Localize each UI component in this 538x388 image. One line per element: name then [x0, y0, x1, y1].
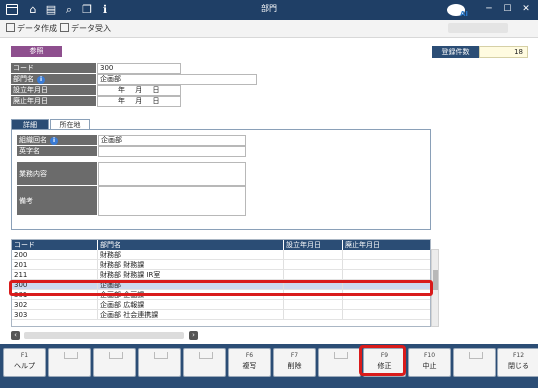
established-date-field[interactable]: 年 月 日	[97, 85, 181, 96]
cell-code: 302	[12, 300, 98, 309]
scrollbar-thumb[interactable]	[433, 270, 438, 290]
table-row[interactable]: 200 財務部	[12, 250, 430, 260]
f9-highlight	[359, 345, 406, 376]
cell-name: 財務部	[98, 250, 284, 259]
function-key-bar: F1 ヘルプ F6 複写 F7 削除 F9 修正 F10 中止 F12 閉じる	[0, 344, 538, 388]
cell-name: 企画部 社会連携課	[98, 310, 284, 319]
info-icon[interactable]: i	[50, 137, 58, 145]
abolished-label: 廃止年月日	[11, 96, 96, 107]
import-data-button[interactable]: データ受入	[60, 22, 111, 36]
cell-established	[284, 310, 343, 319]
next-page-icon[interactable]: ›	[189, 331, 198, 340]
dept-name-label: 部門名 i	[11, 74, 96, 85]
fkey-empty-button[interactable]	[93, 348, 136, 377]
svg-text:AI: AI	[460, 10, 468, 18]
cell-abolished	[343, 250, 430, 259]
fkey-f1-button[interactable]: F1 ヘルプ	[3, 348, 46, 377]
detail-panel: 組織回名 i 企画部 英字名 業務内容 備考	[11, 129, 431, 230]
business-field[interactable]	[98, 162, 246, 186]
fkey-empty-button[interactable]	[453, 348, 496, 377]
record-count-value: 18	[479, 46, 528, 58]
fkey-label: 中止	[422, 362, 437, 370]
fkey-label: ヘルプ	[14, 362, 35, 370]
title-bar: ⌂ ▤ ⌕ ❐ ℹ 部門 AI ─ ☐ ✕	[0, 0, 538, 20]
column-header-code[interactable]: コード	[12, 240, 98, 250]
record-count-label: 登録件数	[432, 46, 479, 58]
fkey-key: F10	[423, 352, 436, 359]
cell-name: 財務部 財務課 IR室	[98, 270, 284, 279]
fkey-key: F1	[20, 352, 29, 359]
org-name-field[interactable]: 企画部	[98, 135, 246, 146]
cell-abolished	[343, 260, 430, 269]
column-header-established[interactable]: 設立年月日	[284, 240, 343, 250]
cell-abolished	[343, 270, 430, 279]
cell-name: 企画部 広報課	[98, 300, 284, 309]
fkey-empty-button[interactable]	[48, 348, 91, 377]
english-name-field[interactable]	[98, 146, 246, 157]
fkey-empty-button[interactable]	[318, 348, 361, 377]
minimize-icon[interactable]: ─	[481, 3, 497, 16]
pager-info	[24, 332, 184, 339]
code-field[interactable]: 300	[97, 63, 181, 74]
cell-name: 財務部 財務課	[98, 260, 284, 269]
table-row[interactable]: 211 財務部 財務課 IR室	[12, 270, 430, 280]
fkey-key: F6	[245, 352, 254, 359]
fkey-f7-button[interactable]: F7 削除	[273, 348, 316, 377]
cell-established	[284, 270, 343, 279]
prev-page-icon[interactable]: ‹	[11, 331, 20, 340]
remarks-field[interactable]	[98, 186, 246, 216]
fkey-key: F12	[512, 352, 525, 359]
table-row[interactable]: 302 企画部 広報課	[12, 300, 430, 310]
list-header: コード 部門名 設立年月日 廃止年月日	[12, 240, 430, 250]
table-row[interactable]: 201 財務部 財務課	[12, 260, 430, 270]
column-header-abolished[interactable]: 廃止年月日	[343, 240, 430, 250]
cell-established	[284, 260, 343, 269]
column-header-name[interactable]: 部門名	[98, 240, 284, 250]
cell-code: 201	[12, 260, 98, 269]
code-label: コード	[11, 63, 96, 74]
fkey-label: 閉じる	[508, 362, 529, 370]
fkey-label: 削除	[287, 362, 302, 370]
abolished-date-field[interactable]: 年 月 日	[97, 96, 181, 107]
toolbar: データ作成 データ受入	[0, 20, 538, 38]
cell-abolished	[343, 300, 430, 309]
maximize-icon[interactable]: ☐	[499, 3, 515, 16]
cell-code: 303	[12, 310, 98, 319]
fkey-f6-button[interactable]: F6 複写	[228, 348, 271, 377]
cell-established	[284, 250, 343, 259]
english-name-label: 英字名	[17, 146, 97, 157]
dept-name-field[interactable]: 企画部	[97, 74, 257, 85]
fkey-label: 複写	[242, 362, 257, 370]
fkey-f10-button[interactable]: F10 中止	[408, 348, 451, 377]
remarks-label: 備考	[17, 186, 97, 216]
fkey-f12-button[interactable]: F12 閉じる	[497, 348, 538, 377]
org-name-label: 組織回名 i	[17, 135, 97, 146]
import-data-icon	[60, 23, 69, 32]
cell-established	[284, 300, 343, 309]
cell-code: 211	[12, 270, 98, 279]
cell-code: 200	[12, 250, 98, 259]
create-data-button[interactable]: データ作成	[6, 22, 57, 36]
close-icon[interactable]: ✕	[518, 3, 534, 16]
mode-badge: 参照	[11, 46, 62, 57]
create-data-icon	[6, 23, 15, 32]
fkey-empty-button[interactable]	[183, 348, 226, 377]
business-label: 業務内容	[17, 162, 97, 186]
fkey-empty-button[interactable]	[138, 348, 181, 377]
selected-row-highlight	[9, 280, 433, 296]
established-label: 設立年月日	[11, 85, 96, 96]
info-icon[interactable]: i	[37, 76, 45, 84]
fkey-key: F7	[290, 352, 299, 359]
table-row[interactable]: 303 企画部 社会連携課	[12, 310, 430, 320]
ai-logo-icon: AI	[447, 4, 468, 18]
cell-abolished	[343, 310, 430, 319]
user-info	[448, 23, 508, 33]
